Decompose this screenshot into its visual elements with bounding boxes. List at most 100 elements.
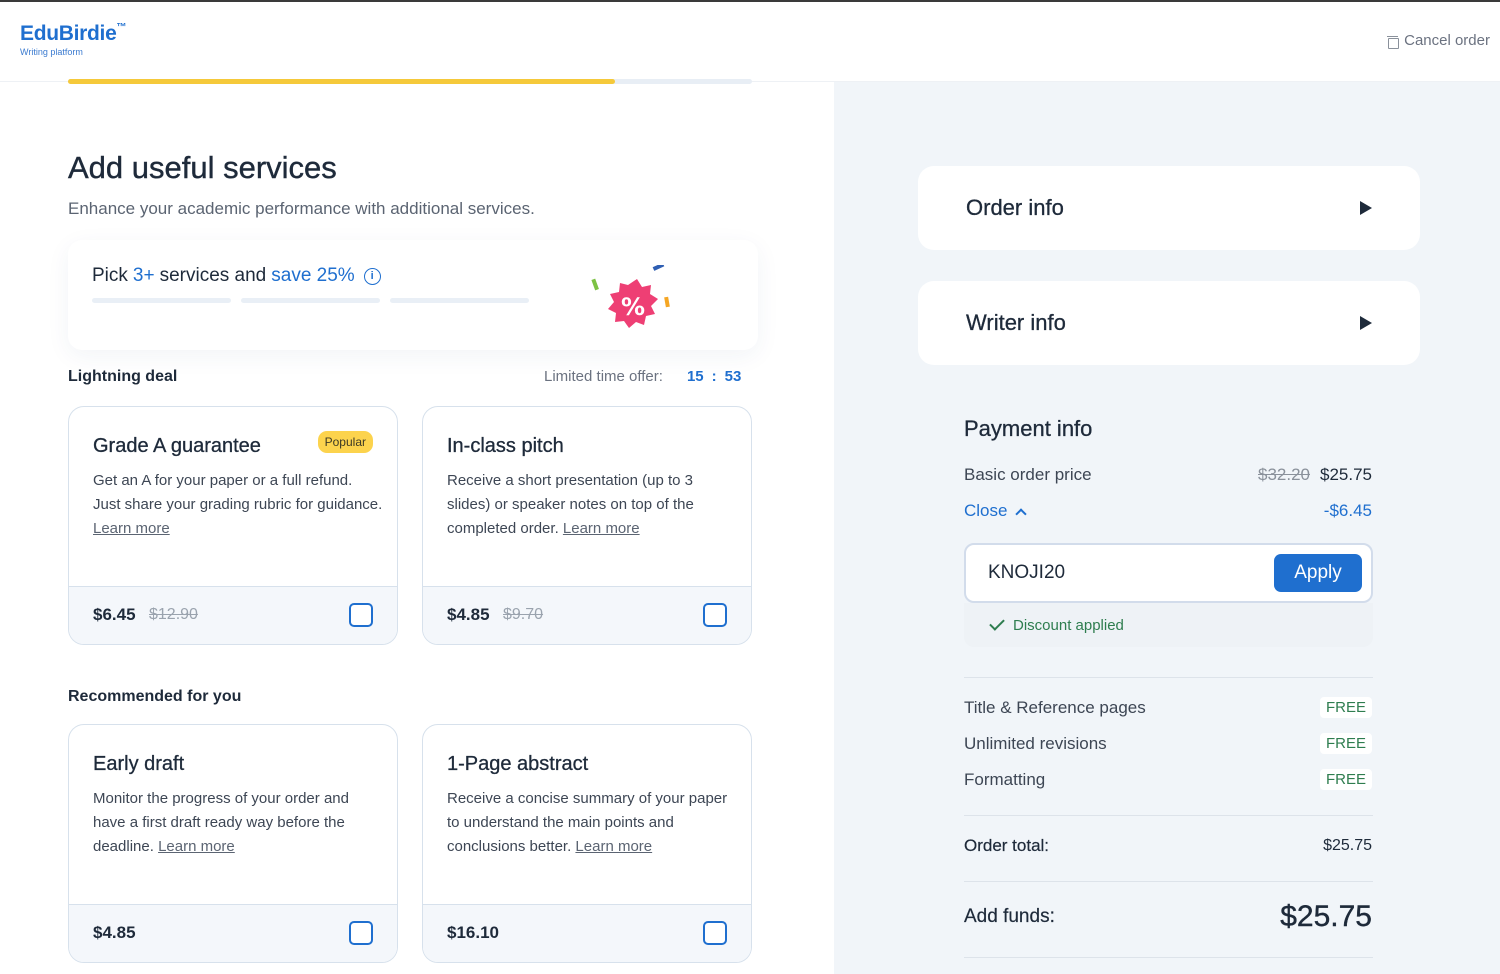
extra-row: Title & Reference pages FREE: [964, 697, 1372, 718]
learn-more-link[interactable]: Learn more: [563, 520, 640, 537]
svg-text:%: %: [621, 293, 645, 321]
extra-label: Title & Reference pages: [964, 697, 1146, 717]
card-description: Get an A for your paper or a full refund…: [93, 469, 383, 541]
writer-info-panel[interactable]: Writer info: [918, 281, 1420, 365]
card-footer: $6.45 $12.90: [69, 586, 397, 644]
card-price: $4.85: [93, 923, 136, 942]
divider: [964, 957, 1373, 958]
card-footer: $4.85 $9.70: [423, 586, 751, 644]
recommended-label: Recommended for you: [68, 688, 242, 705]
basic-order-price-row: Basic order price $32.20 $25.75: [964, 465, 1372, 485]
play-arrow-icon: [1360, 316, 1372, 330]
close-label: Close: [964, 501, 1008, 520]
service-card-abstract[interactable]: 1-Page abstract Receive a concise summar…: [422, 724, 752, 963]
service-card-in-class-pitch[interactable]: In-class pitch Receive a short presentat…: [422, 406, 752, 645]
extra-row: Formatting FREE: [964, 769, 1372, 790]
logo-subtitle: Writing platform: [20, 47, 83, 57]
card-title: In-class pitch: [447, 435, 564, 457]
card-checkbox[interactable]: [703, 603, 727, 627]
limited-time-timer: Limited time offer: 15 : 53: [544, 368, 741, 385]
basic-new-price: $25.75: [1320, 465, 1372, 484]
timer-separator: :: [711, 368, 717, 385]
popular-badge: Popular: [317, 431, 373, 453]
promo-step: [390, 298, 529, 303]
add-funds-row: Add funds: $25.75: [964, 900, 1372, 934]
close-promo-toggle[interactable]: Close: [964, 501, 1028, 521]
progress-fill: [68, 79, 616, 84]
promo-save: save 25%: [271, 265, 355, 286]
promo-code-box: Apply: [964, 543, 1373, 603]
card-checkbox[interactable]: [349, 921, 373, 945]
writer-info-title: Writer info: [966, 310, 1066, 335]
logo[interactable]: EduBirdie™ Writing platform: [20, 22, 126, 57]
promo-step: [92, 298, 231, 303]
divider: [964, 677, 1373, 678]
card-description-text: Get an A for your paper or a full refund…: [93, 472, 383, 513]
timer-label: Limited time offer:: [544, 368, 663, 385]
card-price: $16.10: [447, 923, 499, 942]
order-info-title: Order info: [966, 195, 1064, 220]
card-price: $4.85: [447, 605, 490, 624]
lightning-deal-label: Lightning deal: [68, 368, 178, 385]
discount-applied-notice: Discount applied: [964, 603, 1373, 647]
card-title: 1-Page abstract: [447, 753, 589, 775]
order-total-value: $25.75: [1323, 837, 1372, 854]
service-card-early-draft[interactable]: Early draft Monitor the progress of your…: [68, 724, 398, 963]
card-title: Grade A guarantee: [93, 435, 261, 457]
basic-old-price: $32.20: [1258, 465, 1310, 484]
card-description: Monitor the progress of your order and h…: [93, 787, 383, 859]
discount-applied-text: Discount applied: [1013, 616, 1124, 634]
promo-services-and: services and: [159, 265, 267, 286]
extra-label: Formatting: [964, 769, 1046, 789]
learn-more-link[interactable]: Learn more: [575, 838, 652, 855]
chevron-up-icon: [1015, 507, 1028, 520]
page-subtitle: Enhance your academic performance with a…: [68, 199, 535, 218]
learn-more-link[interactable]: Learn more: [158, 838, 235, 855]
add-funds-label: Add funds:: [964, 906, 1055, 927]
learn-more-link[interactable]: Learn more: [93, 520, 170, 537]
card-old-price: $9.70: [503, 606, 544, 623]
payment-info-title: Payment info: [964, 416, 1093, 441]
promo-text: Pick 3+ services and save 25% i: [92, 265, 381, 287]
timer-seconds: 53: [724, 368, 742, 385]
card-price: $6.45: [93, 605, 136, 624]
promo-progress-steps: [92, 298, 529, 303]
card-description: Receive a concise summary of your paper …: [447, 787, 737, 859]
apply-button[interactable]: Apply: [1274, 554, 1362, 592]
trash-icon: [1387, 35, 1400, 49]
logo-tm: ™: [116, 22, 127, 33]
cancel-order-button[interactable]: Cancel order: [1387, 32, 1490, 49]
checkmark-icon: [989, 615, 1005, 631]
extra-label: Unlimited revisions: [964, 733, 1107, 753]
promo-pick: Pick: [92, 265, 128, 286]
page-title: Add useful services: [68, 150, 337, 185]
add-funds-value: $25.75: [1280, 900, 1372, 933]
order-progress-bar: [68, 79, 752, 84]
discount-amount: -$6.45: [1323, 501, 1372, 520]
card-footer: $4.85: [69, 904, 397, 962]
divider: [964, 815, 1373, 816]
logo-name: EduBirdie: [20, 22, 117, 45]
card-title: Early draft: [93, 753, 185, 775]
card-description: Receive a short presentation (up to 3 sl…: [447, 469, 737, 541]
card-checkbox[interactable]: [349, 603, 373, 627]
divider: [964, 881, 1373, 882]
free-badge: FREE: [1319, 769, 1372, 790]
bundle-promo-banner: Pick 3+ services and save 25% i %: [68, 240, 758, 350]
free-badge: FREE: [1319, 733, 1372, 754]
order-total-label: Order total:: [964, 836, 1050, 855]
basic-price-label: Basic order price: [964, 465, 1092, 484]
order-info-panel[interactable]: Order info: [918, 166, 1420, 250]
header: EduBirdie™ Writing platform Cancel order: [0, 2, 1500, 82]
card-checkbox[interactable]: [703, 921, 727, 945]
order-total-row: Order total: $25.75: [964, 836, 1372, 856]
service-card-grade-a[interactable]: Grade A guarantee Popular Get an A for y…: [68, 406, 398, 645]
promo-code-input[interactable]: [988, 562, 1248, 584]
discount-row: Close -$6.45: [964, 501, 1372, 521]
extra-row: Unlimited revisions FREE: [964, 733, 1372, 754]
free-badge: FREE: [1319, 697, 1372, 718]
promo-step: [241, 298, 380, 303]
timer-minutes: 15: [686, 368, 704, 385]
cancel-order-label: Cancel order: [1404, 32, 1490, 49]
info-icon[interactable]: i: [363, 267, 381, 285]
